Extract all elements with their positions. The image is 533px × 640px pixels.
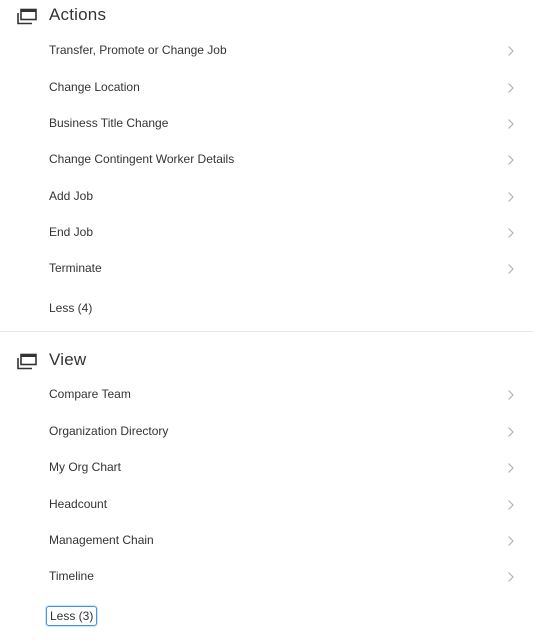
actions-section: Actions Transfer, Promote or Change Job … <box>0 0 533 315</box>
section-divider <box>0 331 533 332</box>
view-item-label: Management Chain <box>49 533 154 547</box>
view-header: View <box>0 345 533 379</box>
action-item-label: Add Job <box>49 189 94 203</box>
view-title: View <box>49 350 87 369</box>
view-less-link[interactable]: Less (3) <box>46 606 98 626</box>
action-item-label: Change Location <box>49 80 140 94</box>
view-item-label: Timeline <box>49 569 94 583</box>
view-item-my-org-chart[interactable]: My Org Chart <box>0 450 533 486</box>
chevron-right-icon <box>507 425 515 437</box>
action-item-label: Business Title Change <box>49 116 169 130</box>
view-item-label: Headcount <box>49 497 108 511</box>
chevron-right-icon <box>507 190 515 202</box>
view-section: View Compare Team Organization Directory… <box>0 345 533 626</box>
chevron-right-icon <box>507 461 515 473</box>
action-item-label: Terminate <box>49 261 102 275</box>
chevron-right-icon <box>507 388 515 400</box>
action-item-change-location[interactable]: Change Location <box>0 70 533 106</box>
windows-icon <box>16 8 38 26</box>
view-item-label: Organization Directory <box>49 424 169 438</box>
actions-title: Actions <box>49 5 107 24</box>
action-item-transfer[interactable]: Transfer, Promote or Change Job <box>0 33 533 69</box>
chevron-right-icon <box>507 44 515 56</box>
chevron-right-icon <box>507 498 515 510</box>
chevron-right-icon <box>507 81 515 93</box>
windows-icon <box>16 353 38 371</box>
chevron-right-icon <box>507 117 515 129</box>
view-item-headcount[interactable]: Headcount <box>0 487 533 523</box>
action-item-business-title-change[interactable]: Business Title Change <box>0 106 533 142</box>
view-item-label: My Org Chart <box>49 460 122 474</box>
chevron-right-icon <box>507 262 515 274</box>
chevron-right-icon <box>507 534 515 546</box>
action-item-end-job[interactable]: End Job <box>0 215 533 251</box>
action-item-add-job[interactable]: Add Job <box>0 179 533 215</box>
chevron-right-icon <box>507 226 515 238</box>
action-item-label: Change Contingent Worker Details <box>49 152 235 166</box>
view-item-label: Compare Team <box>49 387 131 401</box>
view-item-timeline[interactable]: Timeline <box>0 559 533 595</box>
chevron-right-icon <box>507 570 515 582</box>
actions-header: Actions <box>0 0 533 34</box>
view-item-compare-team[interactable]: Compare Team <box>0 377 533 413</box>
view-item-management-chain[interactable]: Management Chain <box>0 523 533 559</box>
action-item-label: Transfer, Promote or Change Job <box>49 43 227 57</box>
chevron-right-icon <box>507 153 515 165</box>
actions-less-link[interactable]: Less (4) <box>46 299 95 317</box>
view-item-organization-directory[interactable]: Organization Directory <box>0 414 533 450</box>
action-item-label: End Job <box>49 225 94 239</box>
action-item-terminate[interactable]: Terminate <box>0 251 533 287</box>
action-item-change-contingent-worker[interactable]: Change Contingent Worker Details <box>0 142 533 178</box>
